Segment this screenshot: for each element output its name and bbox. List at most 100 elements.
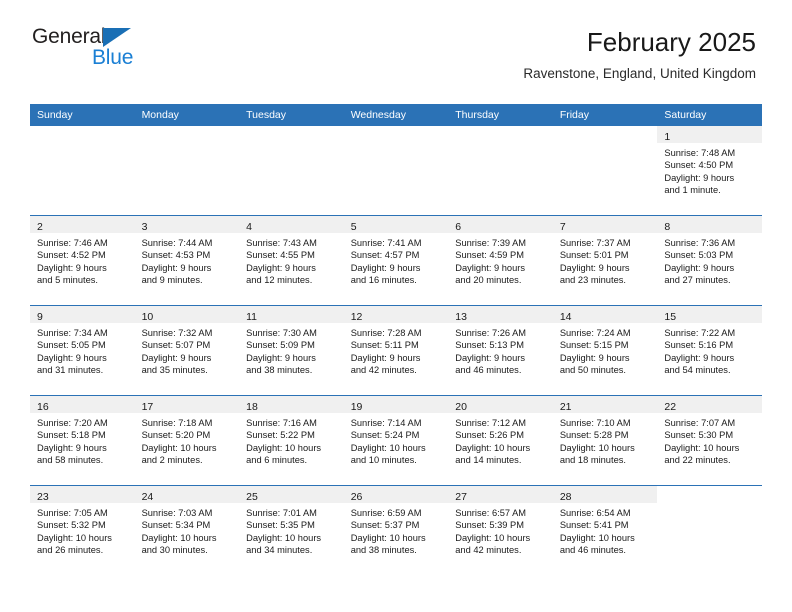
day-cell-content: 20 Sunrise: 7:12 AM Sunset: 5:26 PM Dayligh… xyxy=(448,396,553,485)
calendar-day-cell[interactable] xyxy=(552,126,658,216)
day-cell-content: 28 Sunrise: 6:54 AM Sunset: 5:41 PM Dayligh… xyxy=(552,486,658,575)
day-number: 17 xyxy=(141,401,154,413)
calendar-day-cell[interactable]: 26 Sunrise: 6:59 AM Sunset: 5:37 PM Dayligh… xyxy=(343,485,449,575)
sunset-time: Sunset: 5:16 PM xyxy=(664,340,734,351)
title-block: February 2025 Ravenstone, England, Unite… xyxy=(523,26,756,81)
day-cell-details: Sunrise: 7:48 AM Sunset: 4:50 PM Daylight:… xyxy=(657,143,762,196)
calendar-day-cell[interactable]: 21 Sunrise: 7:10 AM Sunset: 5:28 PM Dayligh… xyxy=(552,395,658,486)
daylight-duration-line2: and 30 minutes. xyxy=(141,544,208,555)
day-cell-details: Sunrise: 6:57 AM Sunset: 5:39 PM Daylight:… xyxy=(448,503,553,556)
day-number-band: 20 xyxy=(448,396,553,413)
day-cell-content: 18 Sunrise: 7:16 AM Sunset: 5:22 PM Dayligh… xyxy=(239,396,344,485)
calendar-day-cell[interactable]: 5 Sunrise: 7:41 AM Sunset: 4:57 PM Daylight… xyxy=(343,215,449,306)
calendar-week-row: 9 Sunrise: 7:34 AM Sunset: 5:05 PM Daylight… xyxy=(30,305,762,396)
day-number: 27 xyxy=(455,491,467,503)
calendar-day-cell[interactable]: 13 Sunrise: 7:26 AM Sunset: 5:13 PM Dayligh… xyxy=(448,305,553,396)
day-number: 28 xyxy=(559,491,572,503)
calendar-day-cell[interactable]: 12 Sunrise: 7:28 AM Sunset: 5:11 PM Dayligh… xyxy=(343,305,449,396)
day-cell-details: Sunrise: 7:44 AM Sunset: 4:53 PM Daylight:… xyxy=(135,233,240,286)
day-number-band: 24 xyxy=(134,486,240,503)
calendar-day-cell[interactable]: 19 Sunrise: 7:14 AM Sunset: 5:24 PM Dayligh… xyxy=(343,395,449,486)
calendar-day-cell[interactable]: 28 Sunrise: 6:54 AM Sunset: 5:41 PM Dayligh… xyxy=(552,485,658,575)
day-cell-details: Sunrise: 7:22 AM Sunset: 5:16 PM Daylight:… xyxy=(657,323,762,376)
calendar-day-cell[interactable]: 2 Sunrise: 7:46 AM Sunset: 4:52 PM Daylight… xyxy=(30,215,135,306)
day-cell-empty xyxy=(30,126,135,215)
day-cell-details: Sunrise: 7:05 AM Sunset: 5:32 PM Daylight:… xyxy=(30,503,135,556)
calendar-day-cell[interactable]: 4 Sunrise: 7:43 AM Sunset: 4:55 PM Daylight… xyxy=(239,215,344,306)
calendar-day-cell[interactable]: 18 Sunrise: 7:16 AM Sunset: 5:22 PM Dayligh… xyxy=(239,395,344,486)
sunset-time: Sunset: 5:11 PM xyxy=(350,340,419,351)
calendar-day-cell[interactable]: 15 Sunrise: 7:22 AM Sunset: 5:16 PM Dayligh… xyxy=(657,305,762,396)
day-cell-details: Sunrise: 6:54 AM Sunset: 5:41 PM Daylight:… xyxy=(553,503,658,556)
calendar-day-cell[interactable]: 14 Sunrise: 7:24 AM Sunset: 5:15 PM Dayligh… xyxy=(552,305,658,396)
daylight-duration-line2: and 31 minutes. xyxy=(37,364,104,375)
calendar-day-cell[interactable]: 10 Sunrise: 7:32 AM Sunset: 5:07 PM Dayligh… xyxy=(134,305,240,396)
weekday-header-thursday: Thursday xyxy=(448,104,553,126)
calendar-day-cell[interactable]: 6 Sunrise: 7:39 AM Sunset: 4:59 PM Daylight… xyxy=(448,215,553,306)
calendar-day-cell[interactable]: 3 Sunrise: 7:44 AM Sunset: 4:53 PM Daylight… xyxy=(134,215,240,306)
daylight-duration-line2: and 27 minutes. xyxy=(664,274,731,285)
day-cell-details: Sunrise: 7:16 AM Sunset: 5:22 PM Daylight:… xyxy=(239,413,344,466)
calendar-day-cell[interactable] xyxy=(657,485,762,575)
day-number: 14 xyxy=(559,311,572,323)
daylight-duration-line2: and 26 minutes. xyxy=(37,544,104,555)
calendar-week-row: 23 Sunrise: 7:05 AM Sunset: 5:32 PM Dayligh… xyxy=(30,485,762,575)
day-number-band: 27 xyxy=(448,486,553,503)
calendar-day-cell[interactable] xyxy=(239,126,344,216)
sunrise-time: Sunrise: 7:24 AM xyxy=(559,328,631,338)
sunrise-time: Sunrise: 7:20 AM xyxy=(37,418,108,428)
day-cell-details xyxy=(239,143,344,147)
calendar-day-cell[interactable] xyxy=(343,126,449,216)
calendar-day-cell[interactable]: 23 Sunrise: 7:05 AM Sunset: 5:32 PM Dayligh… xyxy=(30,485,135,575)
calendar-day-cell[interactable]: 20 Sunrise: 7:12 AM Sunset: 5:26 PM Dayligh… xyxy=(448,395,553,486)
calendar-day-cell[interactable]: 16 Sunrise: 7:20 AM Sunset: 5:18 PM Dayligh… xyxy=(30,395,135,486)
calendar-day-cell[interactable]: 24 Sunrise: 7:03 AM Sunset: 5:34 PM Dayligh… xyxy=(134,485,240,575)
calendar-day-cell[interactable]: 27 Sunrise: 6:57 AM Sunset: 5:39 PM Dayligh… xyxy=(448,485,553,575)
calendar-day-cell[interactable]: 8 Sunrise: 7:36 AM Sunset: 5:03 PM Daylight… xyxy=(657,215,762,306)
sunset-time: Sunset: 5:15 PM xyxy=(559,340,629,351)
day-number-band: 15 xyxy=(657,306,762,323)
page-subtitle: Ravenstone, England, United Kingdom xyxy=(523,65,756,81)
sunrise-time: Sunrise: 7:10 AM xyxy=(559,418,631,428)
day-cell-empty xyxy=(657,486,762,575)
calendar-day-cell[interactable] xyxy=(448,126,553,216)
calendar-day-cell[interactable]: 11 Sunrise: 7:30 AM Sunset: 5:09 PM Dayligh… xyxy=(239,305,344,396)
calendar-day-cell[interactable]: 17 Sunrise: 7:18 AM Sunset: 5:20 PM Dayligh… xyxy=(134,395,240,486)
sunrise-time: Sunrise: 7:12 AM xyxy=(455,418,527,428)
calendar-header-row: Sunday Monday Tuesday Wednesday Thursday… xyxy=(30,104,762,126)
calendar-day-cell[interactable]: 9 Sunrise: 7:34 AM Sunset: 5:05 PM Daylight… xyxy=(30,305,135,396)
day-number-band: 19 xyxy=(343,396,449,413)
day-number-band: 12 xyxy=(343,306,449,323)
general-blue-logo[interactable]: General Blue xyxy=(30,26,150,74)
day-cell-details: Sunrise: 7:18 AM Sunset: 5:20 PM Daylight:… xyxy=(135,413,240,466)
calendar-day-cell[interactable]: 1 Sunrise: 7:48 AM Sunset: 4:50 PM Daylight… xyxy=(657,126,762,216)
day-cell-content: 2 Sunrise: 7:46 AM Sunset: 4:52 PM Daylight… xyxy=(30,216,135,305)
day-cell-content: 4 Sunrise: 7:43 AM Sunset: 4:55 PM Daylight… xyxy=(239,216,344,305)
day-cell-details: Sunrise: 7:34 AM Sunset: 5:05 PM Daylight:… xyxy=(30,323,135,376)
calendar-day-cell[interactable] xyxy=(30,126,135,216)
sunrise-time: Sunrise: 7:43 AM xyxy=(246,238,317,248)
daylight-duration-line1: Daylight: 9 hours xyxy=(141,352,212,363)
calendar-day-cell[interactable]: 7 Sunrise: 7:37 AM Sunset: 5:01 PM Daylight… xyxy=(552,215,658,306)
sunrise-time: Sunrise: 7:16 AM xyxy=(246,418,317,428)
sunset-time: Sunset: 5:39 PM xyxy=(455,520,524,531)
calendar-week-row: 16 Sunrise: 7:20 AM Sunset: 5:18 PM Dayligh… xyxy=(30,395,762,486)
calendar-day-cell[interactable] xyxy=(134,126,240,216)
day-cell-details xyxy=(448,143,553,147)
day-cell-details: Sunrise: 7:10 AM Sunset: 5:28 PM Daylight:… xyxy=(553,413,658,466)
day-cell-empty xyxy=(239,126,344,215)
daylight-duration-line2: and 34 minutes. xyxy=(246,544,313,555)
day-number: 19 xyxy=(350,401,363,413)
daylight-duration-line2: and 18 minutes. xyxy=(559,454,626,465)
day-number: 4 xyxy=(246,221,252,233)
sunset-time: Sunset: 4:57 PM xyxy=(350,250,420,261)
day-number-band: 11 xyxy=(239,306,344,323)
daylight-duration-line2: and 46 minutes. xyxy=(455,364,522,375)
day-number: 22 xyxy=(664,401,677,413)
sunset-time: Sunset: 4:59 PM xyxy=(455,250,524,261)
calendar-day-cell[interactable]: 25 Sunrise: 7:01 AM Sunset: 5:35 PM Dayligh… xyxy=(239,485,344,575)
day-number: 5 xyxy=(350,221,357,233)
calendar-day-cell[interactable]: 22 Sunrise: 7:07 AM Sunset: 5:30 PM Dayligh… xyxy=(657,395,762,486)
day-cell-empty xyxy=(134,126,240,215)
weekday-header-saturday: Saturday xyxy=(657,104,762,126)
